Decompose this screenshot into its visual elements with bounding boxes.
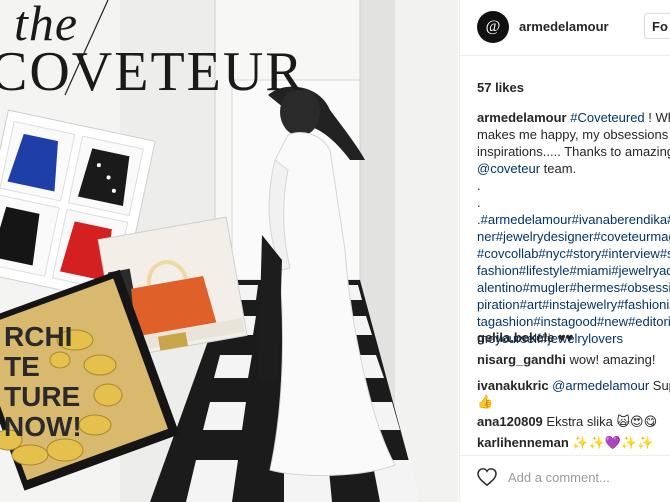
caption-line: inspirations..... Thanks to amazing (477, 144, 670, 159)
comment-username[interactable]: ivanakukric (477, 378, 549, 393)
hashtag-link[interactable]: #Coveteured (570, 110, 644, 125)
comment-text: Supe (652, 378, 670, 393)
post-photo[interactable]: the COVETEUR RCHI TE TURE NOW! (0, 0, 458, 502)
caption-line: armedelamour #Coveteured ! What (477, 110, 670, 125)
mention-link[interactable]: @coveteur (477, 161, 540, 176)
comment-mention[interactable]: @armedelamour (549, 378, 649, 393)
comment-item: ivanakukric @armedelamour Supe (477, 377, 670, 394)
post-caption: armedelamour #Coveteured ! What makes me… (477, 109, 670, 347)
hashtag-line[interactable]: piration#art#instajewelry#fashionis (477, 296, 670, 313)
comment-text: Ekstra slika 🙀😍😋 (542, 414, 658, 429)
follow-button[interactable]: Fo (644, 13, 670, 39)
comment-username[interactable]: ana120809 (477, 414, 543, 429)
comment-item: karlihenneman ✨✨💜✨✨ (477, 434, 653, 451)
caption-username[interactable]: armedelamour (477, 110, 567, 125)
caption-line: makes me happy, my obsessions a (477, 127, 670, 142)
avatar-monogram-icon: @ (485, 18, 501, 35)
likes-count[interactable]: 57 likes (477, 80, 524, 95)
hashtag-line[interactable]: .#armedelamour#ivanaberendika# (477, 211, 670, 228)
comment-text: ✨✨💜✨✨ (568, 435, 654, 450)
comment-username[interactable]: karlihenneman (477, 435, 569, 450)
comment-item: ana120809 Ekstra slika 🙀😍😋 (477, 413, 657, 430)
hashtag-line[interactable]: alentino#mugler#hermes#obsessi (477, 279, 670, 296)
comment-username[interactable]: nisarg_gandhi (477, 352, 566, 367)
hashtag-line[interactable]: ner#jewelrydesigner#coveteurmag (477, 228, 670, 245)
add-comment-input[interactable]: Add a comment... (508, 470, 610, 485)
brand-name-text: COVETEUR (0, 41, 305, 103)
post-side-panel: @ armedelamour Fo 57 likes armedelamour … (459, 0, 670, 502)
comment-item: nisarg_gandhi wow! amazing! (477, 351, 655, 368)
comment-text: ♥♥ (554, 330, 574, 345)
comment-continuation: 👍 (477, 394, 494, 409)
hashtag-line[interactable]: #covcollab#nyc#story#interview#s (477, 245, 670, 262)
comment-divider (460, 455, 670, 456)
comment-item: gelila.bekele ♥♥ (477, 329, 573, 346)
book-title-text: RCHI TE TURE NOW! (4, 321, 82, 442)
caption-line: . (477, 178, 481, 193)
caption-line: @coveteur team. (477, 161, 577, 176)
post-username[interactable]: armedelamour (519, 19, 609, 34)
comment-text: wow! amazing! (565, 352, 656, 367)
comment-username[interactable]: gelila.bekele (477, 330, 554, 345)
hashtag-line[interactable]: tagashion#instagood#new#editori (477, 313, 670, 330)
avatar[interactable]: @ (477, 11, 509, 43)
heart-icon[interactable] (477, 468, 497, 486)
hashtag-line[interactable]: fashion#lifestyle#miami#jewelryad (477, 262, 670, 279)
post-header: @ armedelamour Fo (460, 0, 670, 56)
caption-line: . (477, 195, 481, 210)
